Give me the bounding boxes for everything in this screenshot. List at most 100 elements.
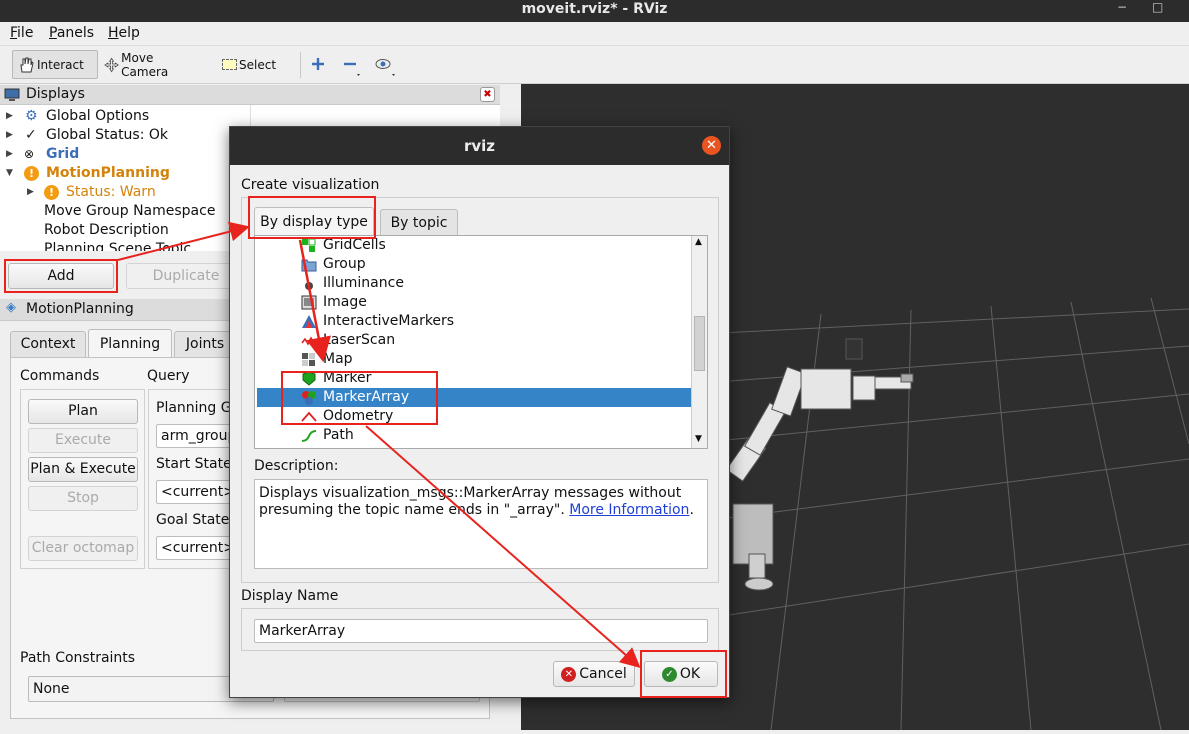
tree-item-global-status[interactable]: ▶ ✓ Global Status: Ok bbox=[0, 126, 250, 145]
display-name-input[interactable]: MarkerArray bbox=[254, 619, 708, 643]
maximize-icon[interactable]: □ bbox=[1152, 0, 1163, 14]
move-camera-icon bbox=[104, 57, 119, 72]
minimize-icon[interactable]: − bbox=[1117, 0, 1127, 14]
tree-item-status-warn[interactable]: ▶ ! Status: Warn bbox=[0, 183, 250, 202]
close-panel-icon[interactable]: ✖ bbox=[480, 87, 495, 102]
duplicate-display-button[interactable]: Duplicate bbox=[126, 263, 246, 289]
expand-arrow-icon[interactable]: ▶ bbox=[27, 183, 34, 202]
list-item-label: Illuminance bbox=[323, 275, 404, 291]
cancel-icon: ✕ bbox=[561, 666, 577, 682]
planning-group-select[interactable]: arm_group bbox=[156, 424, 230, 448]
list-item-illuminance[interactable]: Illuminance bbox=[257, 274, 691, 293]
menu-help[interactable]: Help bbox=[108, 25, 140, 41]
motionplanning-panel-title: MotionPlanning bbox=[26, 301, 134, 317]
stop-button[interactable]: Stop bbox=[28, 486, 138, 511]
image-icon bbox=[301, 295, 317, 310]
add-tool-icon[interactable] bbox=[310, 56, 326, 72]
path-icon bbox=[301, 430, 317, 442]
create-visualization-label: Create visualization bbox=[241, 177, 380, 193]
interactive-markers-icon bbox=[302, 315, 316, 328]
plan-and-execute-button[interactable]: Plan & Execute bbox=[28, 457, 138, 482]
select-button[interactable]: Select bbox=[218, 50, 282, 79]
tree-item-motionplanning[interactable]: ▼ ! MotionPlanning bbox=[0, 164, 250, 183]
tree-item-label: MotionPlanning bbox=[46, 165, 170, 181]
annotation-marker-highlight bbox=[281, 371, 438, 425]
annotation-by-display-type-highlight bbox=[248, 196, 376, 239]
list-scrollbar[interactable]: ▲ ▼ bbox=[691, 236, 707, 448]
expand-arrow-icon[interactable]: ▶ bbox=[6, 145, 13, 164]
tab-by-topic[interactable]: By topic bbox=[380, 209, 458, 235]
list-item-map[interactable]: Map bbox=[257, 350, 691, 369]
displays-tree: ▶ ⚙ Global Options ▶ ✓ Global Status: Ok… bbox=[0, 105, 250, 251]
tree-item-label: Global Options bbox=[46, 108, 150, 124]
list-item-label: Image bbox=[323, 294, 367, 310]
window-title: moveit.rviz* - RViz bbox=[521, 1, 668, 17]
tree-item-move-group-namespace[interactable]: Move Group Namespace bbox=[0, 202, 250, 221]
dialog-close-icon[interactable]: ✕ bbox=[702, 136, 721, 155]
tree-item-robot-description[interactable]: Robot Description bbox=[0, 221, 250, 240]
start-state-select[interactable]: <current> bbox=[156, 480, 230, 504]
menu-bar bbox=[0, 22, 1189, 46]
scroll-down-icon[interactable]: ▼ bbox=[695, 434, 702, 444]
list-item-label: Group bbox=[323, 256, 366, 272]
tree-item-label: Status: Warn bbox=[66, 184, 156, 200]
tab-planning[interactable]: Planning bbox=[88, 329, 172, 358]
goal-state-label: Goal State: bbox=[156, 512, 235, 528]
map-icon bbox=[302, 353, 315, 366]
list-item-path[interactable]: Path bbox=[257, 426, 691, 445]
annotation-ok-highlight bbox=[640, 650, 727, 698]
menu-file[interactable]: File bbox=[10, 25, 33, 41]
robot-arm bbox=[725, 338, 914, 591]
path-constraints-label: Path Constraints bbox=[20, 650, 136, 666]
scrollbar-thumb[interactable] bbox=[694, 316, 705, 371]
move-camera-label: Move Camera bbox=[121, 50, 169, 79]
list-item-laserscan[interactable]: LaserScan bbox=[257, 331, 691, 350]
hand-icon bbox=[20, 57, 34, 72]
description-box: Displays visualization_msgs::MarkerArray… bbox=[254, 479, 708, 569]
tree-item-label: Robot Description bbox=[44, 222, 169, 238]
tab-context[interactable]: Context bbox=[10, 331, 86, 357]
clear-octomap-button[interactable]: Clear octomap bbox=[28, 536, 138, 561]
plan-button[interactable]: Plan bbox=[28, 399, 138, 424]
execute-button[interactable]: Execute bbox=[28, 428, 138, 453]
expand-arrow-icon[interactable]: ▶ bbox=[6, 126, 13, 145]
view-eye-icon[interactable] bbox=[374, 56, 400, 78]
monitor-icon bbox=[4, 88, 20, 101]
collapse-arrow-icon[interactable]: ▼ bbox=[6, 164, 13, 183]
list-item-group[interactable]: Group bbox=[257, 255, 691, 274]
list-item-label: Path bbox=[323, 427, 354, 443]
list-item-label: LaserScan bbox=[323, 332, 396, 348]
tree-item-label: Grid bbox=[46, 146, 80, 162]
list-item-label: Map bbox=[323, 351, 353, 367]
remove-tool-icon[interactable] bbox=[342, 56, 366, 78]
laserscan-icon bbox=[301, 336, 317, 346]
grid-icon: ⊗ bbox=[24, 147, 35, 161]
cancel-button[interactable]: ✕ Cancel bbox=[553, 661, 635, 687]
warning-icon: ! bbox=[44, 185, 59, 200]
start-state-label: Start State bbox=[156, 456, 232, 472]
interact-label: Interact bbox=[37, 57, 84, 72]
tree-item-global-options[interactable]: ▶ ⚙ Global Options bbox=[0, 107, 250, 126]
scroll-up-icon[interactable]: ▲ bbox=[695, 237, 702, 247]
menu-panels[interactable]: Panels bbox=[49, 25, 94, 41]
tree-item-planning-scene-topic[interactable]: Planning Scene Topic bbox=[0, 240, 250, 251]
tree-item-label: Planning Scene Topic bbox=[44, 241, 192, 251]
expand-arrow-icon[interactable]: ▶ bbox=[6, 107, 13, 126]
goal-state-select[interactable]: <current> bbox=[156, 536, 230, 560]
description-label: Description: bbox=[254, 458, 339, 474]
window-title-bar: moveit.rviz* - RViz bbox=[0, 0, 1189, 22]
tree-item-grid[interactable]: ▶ ⊗ Grid bbox=[0, 145, 250, 164]
tab-joints[interactable]: Joints bbox=[174, 331, 236, 357]
commands-label: Commands bbox=[20, 368, 100, 384]
list-item-label: InteractiveMarkers bbox=[323, 313, 455, 329]
cancel-label: Cancel bbox=[579, 666, 627, 682]
description-end: . bbox=[689, 502, 694, 518]
more-information-link[interactable]: More Information bbox=[569, 502, 689, 518]
planning-group-label: Planning G bbox=[156, 400, 232, 416]
interact-button[interactable]: Interact bbox=[12, 50, 98, 79]
list-item-image[interactable]: Image bbox=[257, 293, 691, 312]
move-camera-button[interactable]: Move Camera bbox=[100, 50, 204, 79]
list-item-interactivemarkers[interactable]: InteractiveMarkers bbox=[257, 312, 691, 331]
gridcells-icon bbox=[302, 238, 316, 252]
query-label: Query bbox=[147, 368, 190, 384]
